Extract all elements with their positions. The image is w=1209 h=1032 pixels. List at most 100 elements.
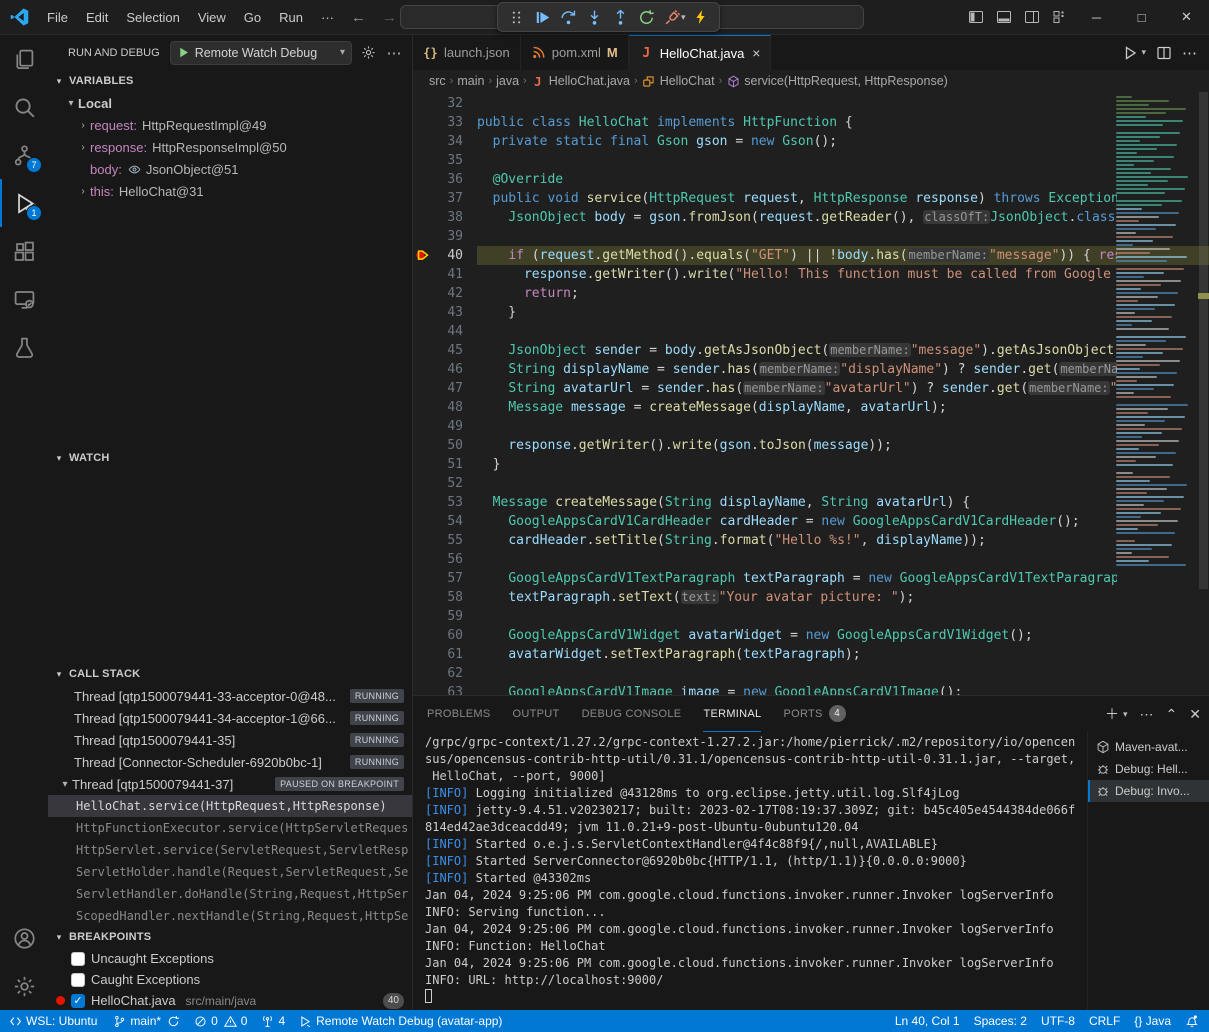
drag-handle-icon[interactable] [503,4,529,30]
chevron-down-icon[interactable]: ▾ [1123,709,1128,720]
variable-row[interactable]: ›response:HttpResponseImpl@50 [48,136,412,158]
code-line[interactable]: 48 Message message = createMessage(displ… [413,398,1209,417]
line-gutter[interactable]: 56 [413,550,477,569]
statusbar-language-mode[interactable]: {} Java [1127,1010,1178,1032]
line-gutter[interactable]: 61 [413,645,477,664]
close-panel-icon[interactable]: ✕ [1189,706,1201,723]
line-gutter[interactable]: 60 [413,626,477,645]
thread-row[interactable]: ▾Thread [qtp1500079441-37]PAUSED ON BREA… [48,773,412,795]
variables-header[interactable]: ▾ VARIABLES [48,70,412,92]
minimize-button[interactable]: ─ [1074,0,1119,35]
debug-config-select[interactable]: Remote Watch Debug ▾ [170,41,352,65]
thread-row[interactable]: Thread [qtp1500079441-34-acceptor-1@66..… [48,707,412,729]
terminal-list-item[interactable]: Maven-avat... [1088,736,1209,758]
menu-run[interactable]: Run [270,0,312,35]
code-line[interactable]: 38 JsonObject body = gson.fromJson(reque… [413,208,1209,227]
code-line[interactable]: 58 textParagraph.setText(text:"Your avat… [413,588,1209,607]
toggle-secondary-sidebar-icon[interactable] [1018,4,1046,30]
activity-extensions-icon[interactable] [0,227,48,275]
line-gutter[interactable]: 39 [413,227,477,246]
statusbar-git-branch[interactable]: main* [106,1010,187,1032]
stack-frame-row[interactable]: HttpServlet.service(ServletRequest,Servl… [48,839,412,861]
panel-tab-ports[interactable]: PORTS4 [783,696,845,732]
line-gutter[interactable]: 50 [413,436,477,455]
breakpoints-header[interactable]: ▾ BREAKPOINTS [48,926,412,948]
code-line[interactable]: 41 response.getWriter().write("Hello! Th… [413,265,1209,284]
line-gutter[interactable]: 45 [413,341,477,360]
code-line[interactable]: 50 response.getWriter().write(gson.toJso… [413,436,1209,455]
code-line[interactable]: 40 if (request.getMethod().equals("GET")… [413,246,1209,265]
stack-frame-row[interactable]: ServletHandler.doHandle(String,Request,H… [48,883,412,905]
breadcrumb-item[interactable]: src [429,74,446,88]
step-out-icon[interactable] [607,4,633,30]
code-line[interactable]: 60 GoogleAppsCardV1Widget avatarWidget =… [413,626,1209,645]
editor-more-actions-icon[interactable]: ⋯ [1182,44,1197,62]
variables-scope-local[interactable]: ▾ Local [48,92,412,114]
code-line[interactable]: 37 public void service(HttpRequest reque… [413,189,1209,208]
show-value-eye-icon[interactable] [128,163,141,176]
activity-gear-icon[interactable] [0,962,48,1010]
line-gutter[interactable]: 35 [413,151,477,170]
close-button[interactable]: ✕ [1164,0,1209,35]
breakpoint-row[interactable]: ✓HelloChat.javasrc/main/java40 [48,990,412,1010]
line-gutter[interactable]: 47 [413,379,477,398]
line-gutter[interactable]: 48 [413,398,477,417]
chevron-down-icon[interactable]: ▾ [1141,47,1146,58]
tab-hellochat-java[interactable]: JHelloChat.java× [629,35,772,70]
code-line[interactable]: 62 [413,664,1209,683]
activity-beaker-icon[interactable] [0,323,48,371]
activity-files-icon[interactable] [0,35,48,83]
maximize-button[interactable]: □ [1119,0,1164,35]
statusbar-cursor-position[interactable]: Ln 40, Col 1 [888,1010,967,1032]
panel-tab-output[interactable]: OUTPUT [513,696,560,732]
line-gutter[interactable]: 41 [413,265,477,284]
code-line[interactable]: 45 JsonObject sender = body.getAsJsonObj… [413,341,1209,360]
statusbar-problems[interactable]: 00 [187,1010,254,1032]
line-gutter[interactable]: 59 [413,607,477,626]
line-gutter[interactable]: 38 [413,208,477,227]
minimap[interactable] [1112,92,1198,695]
breadcrumb-item[interactable]: main [457,74,484,88]
line-gutter[interactable]: 62 [413,664,477,683]
code-line[interactable]: 39 [413,227,1209,246]
line-gutter[interactable]: 43 [413,303,477,322]
menu-go[interactable]: Go [235,0,270,35]
new-terminal-icon[interactable]: ＋ [1105,704,1119,724]
editor-scrollbar[interactable] [1198,92,1209,695]
line-gutter[interactable]: 54 [413,512,477,531]
tab-launch-json[interactable]: {}launch.json [413,35,521,70]
thread-row[interactable]: Thread [Connector-Scheduler-6920b0bc-1]R… [48,751,412,773]
terminal-list-item[interactable]: Debug: Hell... [1088,758,1209,780]
code-line[interactable]: 35 [413,151,1209,170]
variable-row[interactable]: ›this:HelloChat@31 [48,180,412,202]
menu-edit[interactable]: Edit [77,0,117,35]
activity-debug-icon[interactable]: 1 [0,179,48,227]
code-line[interactable]: 54 GoogleAppsCardV1CardHeader cardHeader… [413,512,1209,531]
statusbar-ports-forwarded[interactable]: 4 [254,1010,292,1032]
line-gutter[interactable]: 49 [413,417,477,436]
statusbar-remote-indicator[interactable]: WSL: Ubuntu [0,1010,106,1032]
customize-layout-icon[interactable] [1046,4,1074,30]
code-line[interactable]: 32 [413,94,1209,113]
breakpoint-checkbox[interactable] [71,973,85,987]
panel-tab-problems[interactable]: PROBLEMS [427,696,491,732]
code-line[interactable]: 51 } [413,455,1209,474]
breakpoint-checkbox[interactable] [71,952,85,966]
code-line[interactable]: 61 avatarWidget.setTextParagraph(textPar… [413,645,1209,664]
activity-scm-icon[interactable]: 7 [0,131,48,179]
terminal-list-item[interactable]: Debug: Invo... [1088,780,1209,802]
thread-row[interactable]: Thread [qtp1500079441-33-acceptor-0@48..… [48,685,412,707]
menu-[interactable]: ··· [312,0,343,35]
menu-view[interactable]: View [189,0,235,35]
statusbar-encoding[interactable]: UTF-8 [1034,1010,1082,1032]
statusbar-eol[interactable]: CRLF [1082,1010,1127,1032]
stack-frame-row[interactable]: ScopedHandler.nextHandle(String,Request,… [48,905,412,926]
continue-icon[interactable] [529,4,555,30]
split-editor-icon[interactable] [1156,45,1172,61]
line-gutter[interactable]: 58 [413,588,477,607]
panel-more-actions-icon[interactable]: ⋯ [1140,706,1154,723]
line-gutter[interactable]: 37 [413,189,477,208]
run-java-icon[interactable] [1122,45,1138,61]
views-more-actions-icon[interactable]: ⋯ [384,43,404,63]
breakpoint-row[interactable]: Caught Exceptions [48,969,412,990]
